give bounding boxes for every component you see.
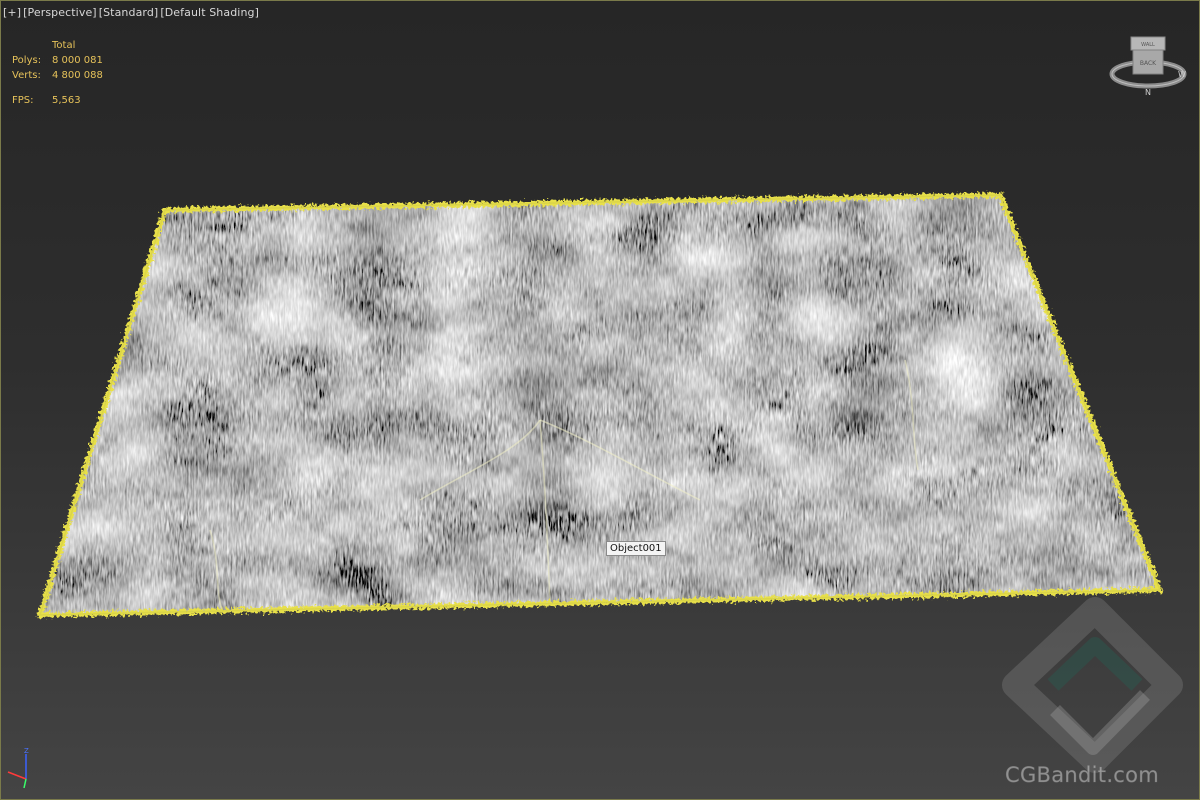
- polys-label: Polys:: [12, 55, 42, 66]
- viewport-shading-menu[interactable]: [Default Shading]: [160, 6, 259, 19]
- viewport-view-menu[interactable]: [Perspective]: [23, 6, 97, 19]
- stats-polys-row: Polys: 8 000 081: [12, 53, 103, 68]
- polys-value: 8 000 081: [52, 55, 103, 66]
- watermark-text: CGBandit.com: [1005, 763, 1160, 788]
- axis-tripod-icon: Z: [7, 747, 29, 789]
- perspective-viewport[interactable]: [+] [Perspective] [Standard] [Default Sh…: [0, 0, 1200, 800]
- compass-north-label: N: [1145, 88, 1151, 97]
- stats-header: Total: [52, 40, 76, 51]
- verts-value: 4 800 088: [52, 70, 103, 81]
- viewport-standard-menu[interactable]: [Standard]: [99, 6, 159, 19]
- viewport-plus-menu[interactable]: [+]: [3, 6, 21, 19]
- viewcube-icon[interactable]: WALL BACK N W: [1108, 32, 1188, 102]
- viewcube-front-label: BACK: [1140, 60, 1157, 67]
- stats-verts-row: Verts: 4 800 088: [12, 68, 103, 83]
- rug-surface[interactable]: [40, 195, 1160, 615]
- viewport-label-menu[interactable]: [+] [Perspective] [Standard] [Default Sh…: [3, 6, 259, 19]
- fps-label: FPS:: [12, 95, 34, 106]
- stats-fps-row: FPS: 5,563: [12, 93, 103, 108]
- fps-value: 5,563: [52, 95, 81, 106]
- viewcube-top-label: WALL: [1141, 42, 1155, 48]
- object-name-tooltip: Object001: [606, 541, 666, 556]
- statistics-overlay: Total Polys: 8 000 081 Verts: 4 800 088 …: [12, 38, 103, 108]
- axis-z-label: Z: [24, 747, 29, 755]
- compass-east-label: W: [1178, 70, 1186, 79]
- verts-label: Verts:: [12, 70, 41, 81]
